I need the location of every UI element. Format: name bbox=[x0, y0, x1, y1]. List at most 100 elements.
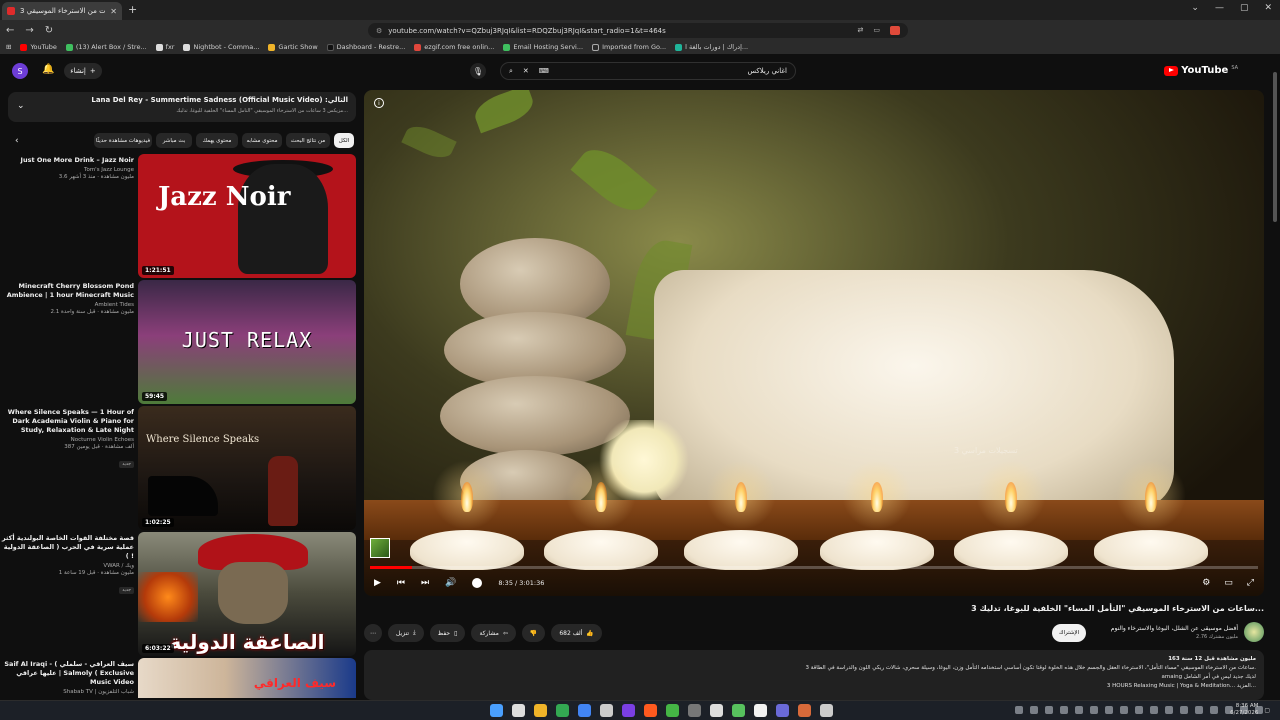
play-icon[interactable]: ▶ bbox=[374, 578, 381, 588]
tray-icon[interactable] bbox=[1195, 706, 1203, 714]
notification-center-icon[interactable]: ▢ bbox=[1264, 707, 1270, 714]
search-input[interactable]: ⌕ ✕ ⌨ اغاني ريلاكس bbox=[500, 62, 796, 80]
save-button[interactable]: حفظ ▯ bbox=[429, 624, 466, 642]
tray-icon[interactable] bbox=[1120, 706, 1128, 714]
search-query-text[interactable]: اغاني ريلاكس bbox=[559, 67, 787, 75]
channel-name[interactable]: Shabab TV | شباب التلفزيون bbox=[0, 689, 134, 695]
tray-icon[interactable] bbox=[1060, 706, 1068, 714]
reload-icon[interactable]: ↻ bbox=[45, 25, 53, 36]
tray-icon[interactable] bbox=[1165, 706, 1173, 714]
taskbar-app-icon[interactable] bbox=[820, 704, 833, 717]
video-description[interactable]: 163 مليون مشاهدة قبل 12 سنة 3 ساعات من ا… bbox=[364, 650, 1264, 700]
brave-shield-icon[interactable] bbox=[890, 26, 900, 35]
scrollbar-thumb[interactable] bbox=[1273, 72, 1277, 222]
channel-name[interactable]: Tom's Jazz Lounge bbox=[0, 167, 134, 173]
progress-bar[interactable] bbox=[370, 566, 1258, 569]
url-text[interactable]: youtube.com/watch?v=QZbuj3RJqI&list=RDQZ… bbox=[388, 27, 851, 35]
bookmark-restream[interactable]: Dashboard - Restre... bbox=[326, 43, 405, 51]
subscribe-button[interactable]: الإشتراك bbox=[1052, 624, 1086, 642]
tray-icon[interactable] bbox=[1180, 706, 1188, 714]
taskbar-app-icon[interactable] bbox=[776, 704, 789, 717]
list-item[interactable]: Minecraft Cherry Blossom Pond Ambience |… bbox=[0, 280, 356, 404]
minimize-button[interactable]: — bbox=[1215, 3, 1224, 13]
notifications-bell-icon[interactable]: 🔔 bbox=[42, 64, 54, 75]
tray-icon[interactable] bbox=[1150, 706, 1158, 714]
translate-icon[interactable]: ⇄ bbox=[858, 26, 864, 35]
address-bar[interactable]: ⚙ youtube.com/watch?v=QZbuj3RJqI&list=RD… bbox=[368, 23, 908, 38]
video-title[interactable]: Where Silence Speaks — 1 Hour of Dark Ac… bbox=[0, 408, 134, 435]
video-thumbnail[interactable]: سيف العراقي bbox=[138, 658, 356, 698]
youtube-logo[interactable]: YouTube SA bbox=[1164, 65, 1238, 76]
channel-avatar[interactable] bbox=[1244, 622, 1264, 642]
clear-search-icon[interactable]: ✕ bbox=[523, 67, 529, 75]
bookmark-edraak[interactable]: إدراك | دورات بالغة ا... bbox=[675, 43, 748, 51]
voice-search-icon[interactable]: 🎙 bbox=[470, 63, 486, 79]
taskbar-app-icon[interactable] bbox=[534, 704, 547, 717]
tray-icon[interactable] bbox=[1210, 706, 1218, 714]
site-info-icon[interactable]: ⚙ bbox=[376, 27, 382, 35]
list-item[interactable]: Where Silence Speaks — 1 Hour of Dark Ac… bbox=[0, 406, 356, 530]
account-avatar[interactable]: S bbox=[12, 63, 28, 79]
keyboard-icon[interactable]: ⌨ bbox=[539, 67, 549, 75]
tray-icon[interactable] bbox=[1090, 706, 1098, 714]
video-thumbnail[interactable]: JUST RELAX 59:45 bbox=[138, 280, 356, 404]
tray-icon[interactable] bbox=[1015, 706, 1023, 714]
maximize-button[interactable]: ▢ bbox=[1240, 3, 1249, 13]
close-window-button[interactable]: ✕ bbox=[1264, 3, 1272, 13]
tray-icon[interactable] bbox=[1135, 706, 1143, 714]
download-button[interactable]: تنزيل ⤓ bbox=[388, 624, 424, 642]
video-title[interactable]: Just One More Drink – Jazz Noir bbox=[0, 156, 134, 165]
taskbar-app-icon[interactable] bbox=[622, 704, 635, 717]
taskbar-app-icon[interactable] bbox=[600, 704, 613, 717]
taskbar-app-icon[interactable] bbox=[666, 704, 679, 717]
tray-icon[interactable] bbox=[1105, 706, 1113, 714]
dislike-button[interactable]: 👎 bbox=[521, 624, 546, 642]
taskbar-app-icon[interactable] bbox=[710, 704, 723, 717]
share-button[interactable]: مشاركة ⇦ bbox=[471, 624, 516, 642]
video-player[interactable]: i تسجيلات مراسي 3 ▶ ⏮ ⏭ 🔊 8:35 / 3:01:36… bbox=[364, 90, 1264, 596]
taskbar-app-icon[interactable] bbox=[798, 704, 811, 717]
list-item[interactable]: Just One More Drink – Jazz Noir Tom's Ja… bbox=[0, 154, 356, 278]
apps-grid-icon[interactable]: ⊞ bbox=[6, 43, 11, 51]
channel-name[interactable]: Ambient Tides bbox=[0, 302, 134, 308]
tray-icon[interactable] bbox=[1075, 706, 1083, 714]
chip-from-search[interactable]: من نتائج البحث bbox=[286, 133, 330, 148]
taskbar-app-icon[interactable] bbox=[512, 704, 525, 717]
video-thumbnail[interactable]: الصاعقة الدولية 6:03:22 bbox=[138, 532, 356, 656]
chip-for-you[interactable]: محتوى يهمك bbox=[196, 133, 238, 148]
taskbar-app-icon[interactable] bbox=[556, 704, 569, 717]
taskbar-app-icon[interactable] bbox=[644, 704, 657, 717]
search-icon[interactable]: ⌕ bbox=[509, 67, 513, 76]
taskbar-app-icon[interactable] bbox=[688, 704, 701, 717]
bookmark-nightbot[interactable]: Nightbot - Comma... bbox=[183, 43, 259, 51]
chip-recently-watched[interactable]: فيديوهات مشاهدة حديثًا bbox=[94, 133, 152, 148]
bookmark-email-hosting[interactable]: Email Hosting Servi... bbox=[503, 43, 583, 51]
bookmark-ezgif[interactable]: ezgif.com free onlin... bbox=[414, 43, 494, 51]
video-title[interactable]: Saif Al Iraqi - ( سيف العراقي - سلملي عل… bbox=[0, 660, 134, 687]
bookmark-fxr[interactable]: fxr bbox=[155, 43, 174, 51]
fullscreen-icon[interactable]: ⤢ bbox=[1247, 578, 1254, 588]
create-button[interactable]: إنشاء + bbox=[64, 63, 102, 79]
taskbar-app-icon[interactable] bbox=[754, 704, 767, 717]
video-thumbnail[interactable]: Jazz Noir 1:21:51 bbox=[138, 154, 356, 278]
chevron-down-icon[interactable]: ⌄ bbox=[17, 101, 25, 111]
chevron-left-icon[interactable]: ‹ bbox=[15, 136, 19, 146]
channel-name[interactable]: VWAR / ويك bbox=[0, 563, 134, 569]
bookmark-gartic[interactable]: Gartic Show bbox=[268, 43, 318, 51]
more-actions-button[interactable]: ⋯ bbox=[364, 624, 382, 642]
list-item[interactable]: Saif Al Iraqi - ( سيف العراقي - سلملي عل… bbox=[0, 658, 356, 698]
tab-search-icon[interactable]: ⌄ bbox=[1191, 3, 1199, 13]
bookmark-alertbox[interactable]: (13) Alert Box / Stre... bbox=[65, 43, 147, 51]
taskbar-app-icon[interactable] bbox=[490, 704, 503, 717]
chip-all[interactable]: الكل bbox=[334, 133, 354, 148]
volume-slider[interactable] bbox=[472, 578, 483, 588]
settings-icon[interactable]: ⚙ bbox=[1202, 578, 1210, 588]
taskbar-app-icon[interactable] bbox=[732, 704, 745, 717]
next-icon[interactable]: ⏭ bbox=[421, 578, 429, 588]
page-scrollbar[interactable] bbox=[1272, 62, 1278, 692]
tab-close-icon[interactable]: ✕ bbox=[110, 7, 117, 16]
info-icon[interactable]: i bbox=[374, 98, 384, 108]
channel-name[interactable]: أفضل موسيقى عن الشلل، البوغا والاسترخاء … bbox=[1111, 625, 1238, 632]
clock[interactable]: 8:36 AM 6/27/2026 bbox=[1230, 703, 1258, 717]
previous-icon[interactable]: ⏮ bbox=[397, 578, 405, 588]
